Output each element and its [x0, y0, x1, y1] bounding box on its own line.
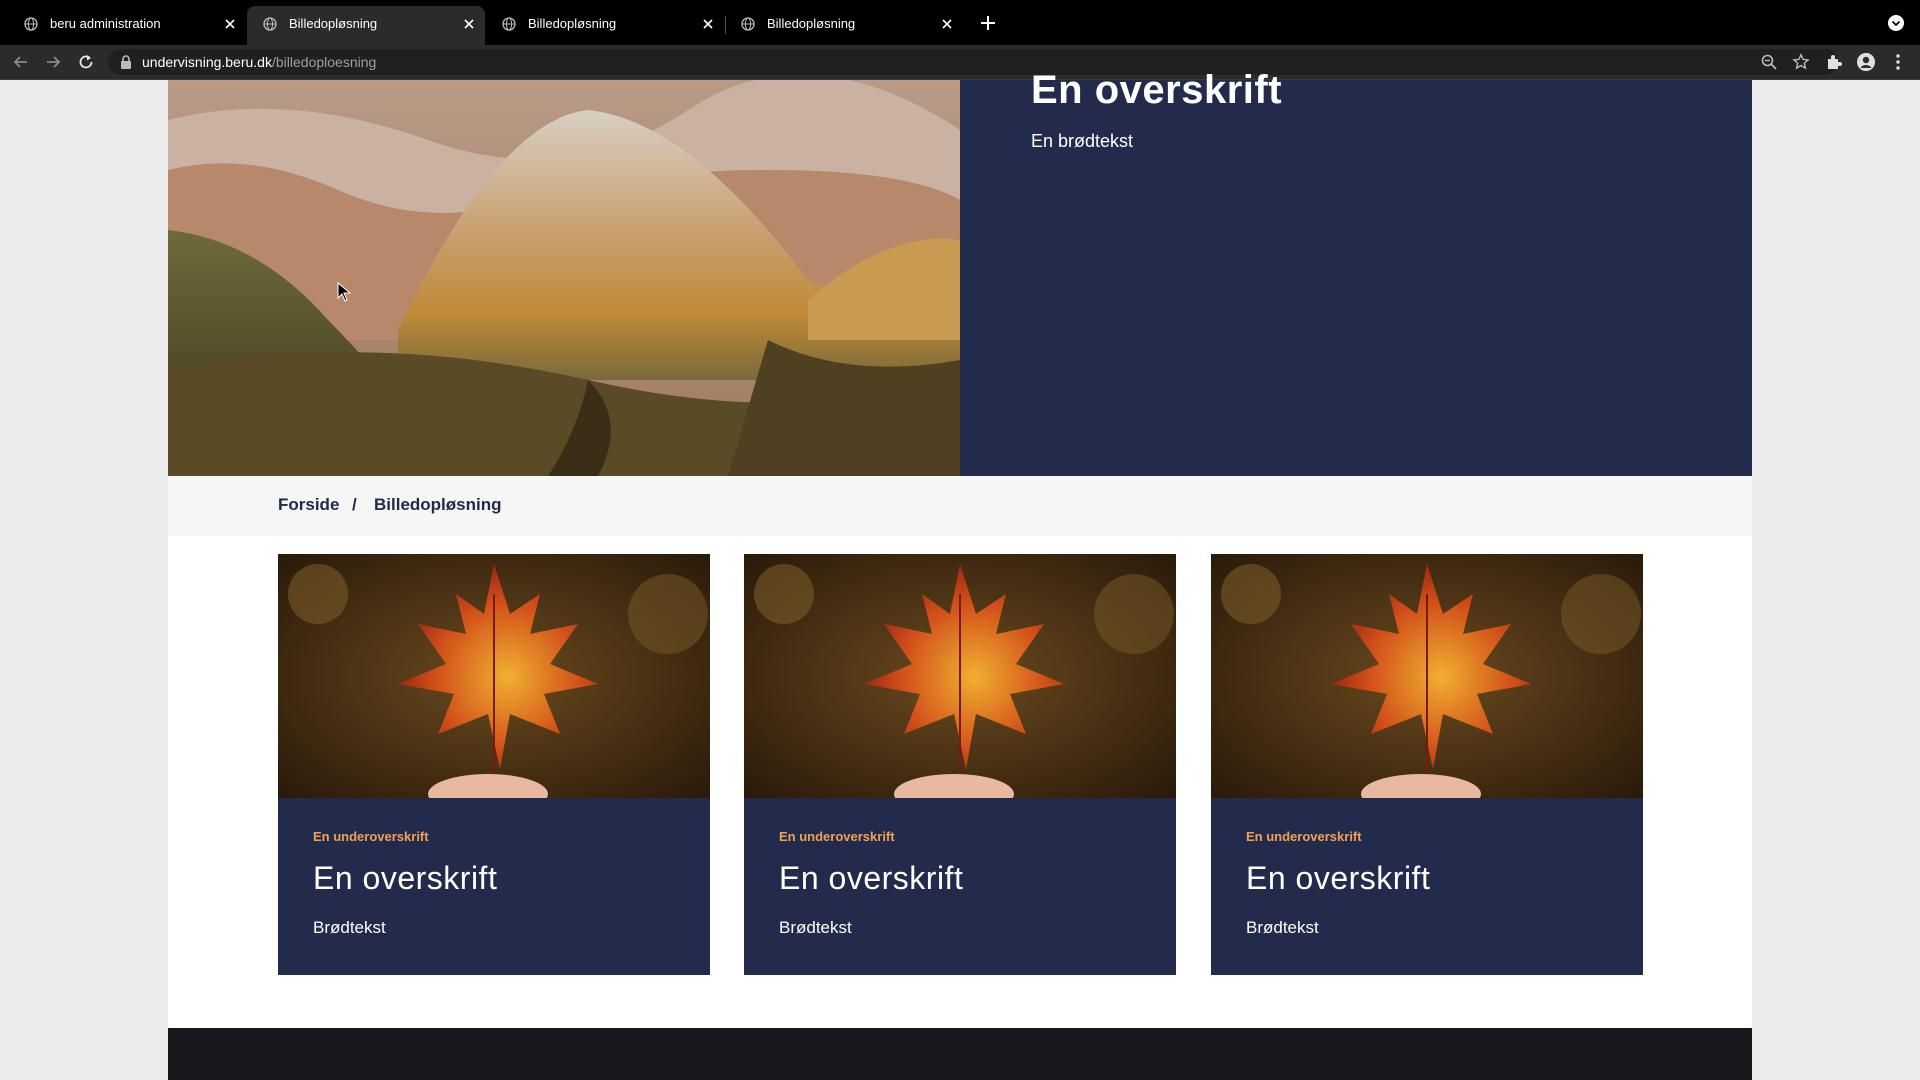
tab-title: beru administration: [50, 16, 161, 31]
card-subheading: En underoverskrift: [313, 829, 429, 844]
url-text: undervisning.beru.dk/billedoploesning: [142, 54, 376, 70]
tab-search-icon[interactable]: [1888, 15, 1904, 31]
breadcrumb: Forside / Billedopløsning: [168, 476, 1752, 536]
zoom-icon[interactable]: [1760, 53, 1778, 71]
card-body: En underoverskrift En overskrift Brødtek…: [1211, 798, 1643, 975]
globe-icon: [741, 17, 755, 31]
globe-icon: [502, 17, 516, 31]
url-host: undervisning.beru.dk: [142, 54, 272, 70]
hero-text: En brødtekst: [1031, 131, 1134, 151]
browser-toolbar: undervisning.beru.dk/billedoploesning: [0, 45, 1920, 80]
extensions-icon[interactable]: [1824, 52, 1844, 72]
url-path: /billedoploesning: [271, 54, 377, 70]
reload-icon[interactable]: [76, 52, 96, 72]
card-body: En underoverskrift En overskrift Brødtek…: [744, 798, 1176, 975]
card-grid: En underoverskrift En overskrift Brødtek…: [168, 536, 1752, 1028]
address-bar[interactable]: undervisning.beru.dk/billedoploesning: [108, 49, 1838, 75]
browser-tab[interactable]: Billedopløsning: [486, 6, 724, 45]
card-body: En underoverskrift En overskrift Brødtek…: [278, 798, 710, 975]
back-icon[interactable]: [11, 52, 31, 72]
close-icon[interactable]: [700, 16, 716, 32]
breadcrumb-current: Billedopløsning: [374, 495, 502, 514]
page-footer: [168, 1028, 1752, 1080]
card-subheading: En underoverskrift: [779, 829, 895, 844]
browser-tab[interactable]: Billedopløsning: [725, 6, 963, 45]
bookmark-star-icon[interactable]: [1792, 53, 1810, 71]
card[interactable]: En underoverskrift En overskrift Brødtek…: [744, 554, 1176, 975]
browser-tab[interactable]: beru administration: [8, 6, 246, 45]
close-icon[interactable]: [222, 16, 238, 32]
card-text: Brødtekst: [1246, 918, 1319, 937]
profile-icon[interactable]: [1856, 52, 1876, 72]
globe-icon: [263, 17, 277, 31]
card-image-maple-leaf: [744, 554, 1176, 798]
hero-title: En overskrift: [1031, 68, 1283, 112]
mouse-cursor-icon: [337, 282, 351, 302]
lock-icon[interactable]: [120, 55, 132, 69]
breadcrumb-home-link[interactable]: Forside: [278, 495, 339, 515]
card[interactable]: En underoverskrift En overskrift Brødtek…: [278, 554, 710, 975]
card[interactable]: En underoverskrift En overskrift Brødtek…: [1211, 554, 1643, 975]
tab-title: Billedopløsning: [767, 16, 856, 31]
browser-tab-strip: beru administration Billedopløsning Bill…: [0, 0, 1920, 45]
card-image-maple-leaf: [1211, 554, 1643, 798]
menu-icon[interactable]: [1888, 52, 1908, 72]
breadcrumb-separator: /: [352, 495, 357, 514]
card-title: En overskrift: [1246, 860, 1431, 896]
browser-tab-active[interactable]: Billedopløsning: [247, 6, 485, 45]
card-title: En overskrift: [779, 860, 964, 896]
web-page: En overskrift En brødtekst Forside / Bil…: [0, 68, 1920, 1080]
tab-title: Billedopløsning: [528, 16, 617, 31]
card-title: En overskrift: [313, 860, 498, 896]
globe-icon: [24, 17, 38, 31]
card-text: Brødtekst: [779, 918, 852, 937]
card-image-maple-leaf: [278, 554, 710, 798]
new-tab-icon[interactable]: [978, 13, 998, 33]
forward-icon[interactable]: [43, 52, 63, 72]
close-icon[interactable]: [461, 16, 477, 32]
hero-image-badlands: [168, 80, 960, 476]
card-subheading: En underoverskrift: [1246, 829, 1362, 844]
close-icon[interactable]: [939, 16, 955, 32]
tab-title: Billedopløsning: [289, 16, 378, 31]
card-text: Brødtekst: [313, 918, 386, 937]
hero-panel: En overskrift En brødtekst: [960, 68, 1752, 476]
